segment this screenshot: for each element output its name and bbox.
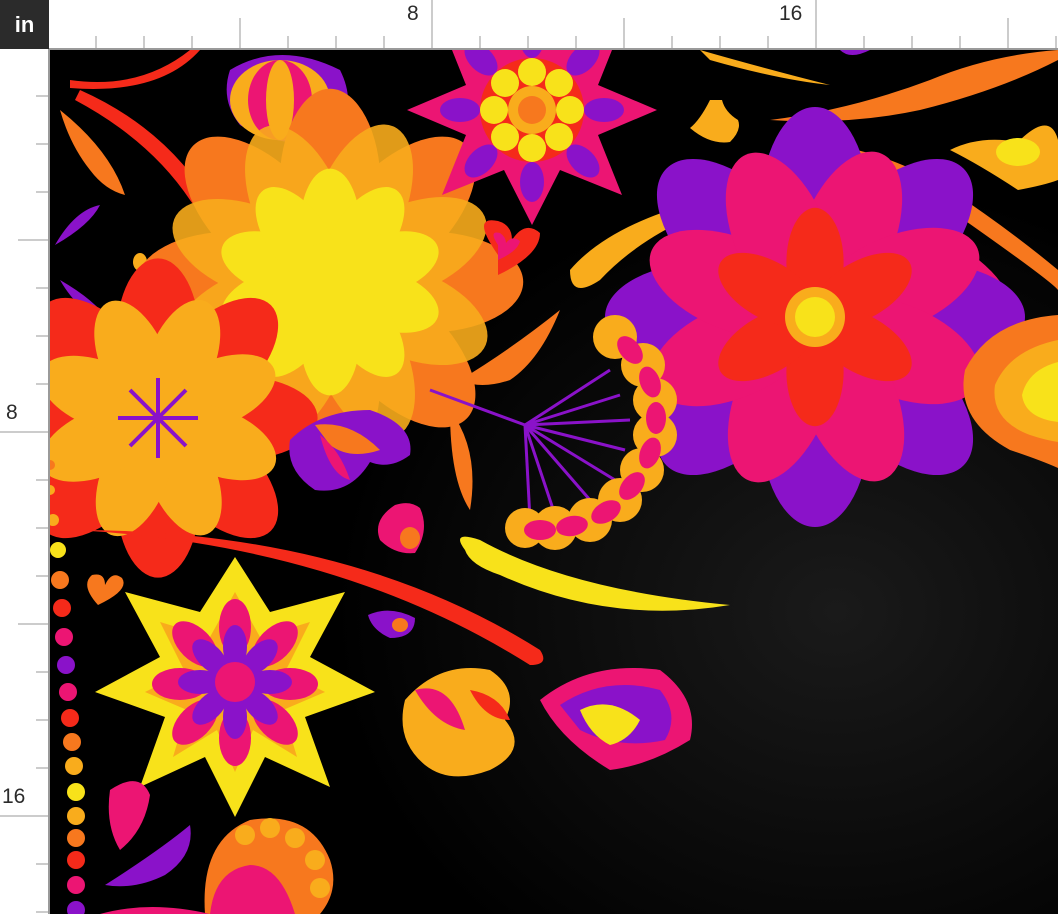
- top-ruler-label-16: 16: [779, 2, 803, 25]
- floral-pattern-image: [50, 50, 1058, 914]
- top-ruler: 8 16: [49, 0, 1058, 50]
- left-ruler: 8 16: [0, 49, 50, 914]
- top-ruler-ticks: [95, 0, 1057, 48]
- top-ruler-label-8: 8: [407, 2, 419, 25]
- left-ruler-label-8: 8: [6, 401, 18, 424]
- fabric-design: [50, 50, 1058, 914]
- ruler-unit-label: in: [0, 0, 49, 49]
- fabric-preview: in 8 16 8 16: [0, 0, 1058, 914]
- left-ruler-label-16: 16: [2, 785, 26, 808]
